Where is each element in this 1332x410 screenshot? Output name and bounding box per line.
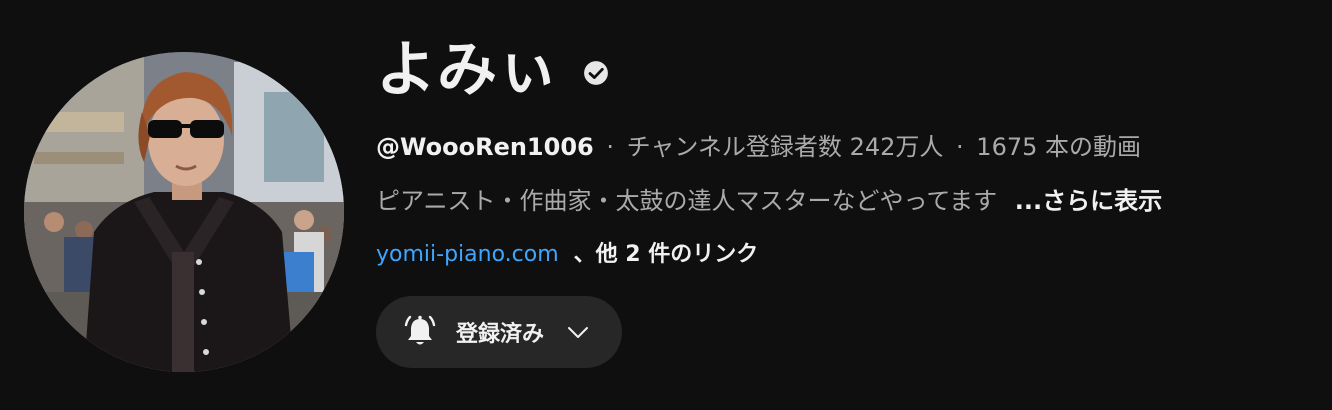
chevron-down-icon [566, 320, 590, 344]
channel-links: yomii-piano.com 、他 2 件のリンク [376, 240, 1316, 270]
subscribed-label: 登録済み [456, 322, 545, 347]
description-text: ピアニスト・作曲家・太鼓の達人マスターなどやってます [376, 187, 998, 215]
bell-icon [400, 312, 440, 352]
title-row: よみぃ [376, 22, 1316, 118]
channel-meta: @WoooRen1006 · チャンネル登録者数 242万人 · 1675 本の… [376, 132, 1316, 162]
channel-name: よみぃ [376, 35, 559, 105]
meta-separator-2: · [956, 133, 964, 161]
subscriber-count: チャンネル登録者数 242万人 [626, 133, 944, 161]
meta-separator: · [606, 133, 615, 161]
channel-header: よみぃ @WoooRen1006 · チャンネル登録者数 242万人 · 167… [0, 0, 1332, 410]
channel-description[interactable]: ピアニスト・作曲家・太鼓の達人マスターなどやってます ...さらに表示 [376, 186, 1316, 216]
channel-handle: @WoooRen1006 [376, 133, 594, 161]
more-links-button[interactable]: 、他 2 件のリンク [574, 242, 759, 267]
subscribed-button[interactable]: 登録済み [376, 296, 623, 368]
avatar[interactable] [24, 52, 344, 372]
video-count: 1675 本の動画 [976, 133, 1142, 161]
website-link[interactable]: yomii-piano.com [376, 242, 559, 267]
verified-check-icon [583, 60, 609, 86]
avatar-image [24, 52, 344, 372]
channel-info: よみぃ @WoooRen1006 · チャンネル登録者数 242万人 · 167… [376, 22, 1316, 368]
show-more-button[interactable]: ...さらに表示 [1015, 187, 1162, 215]
